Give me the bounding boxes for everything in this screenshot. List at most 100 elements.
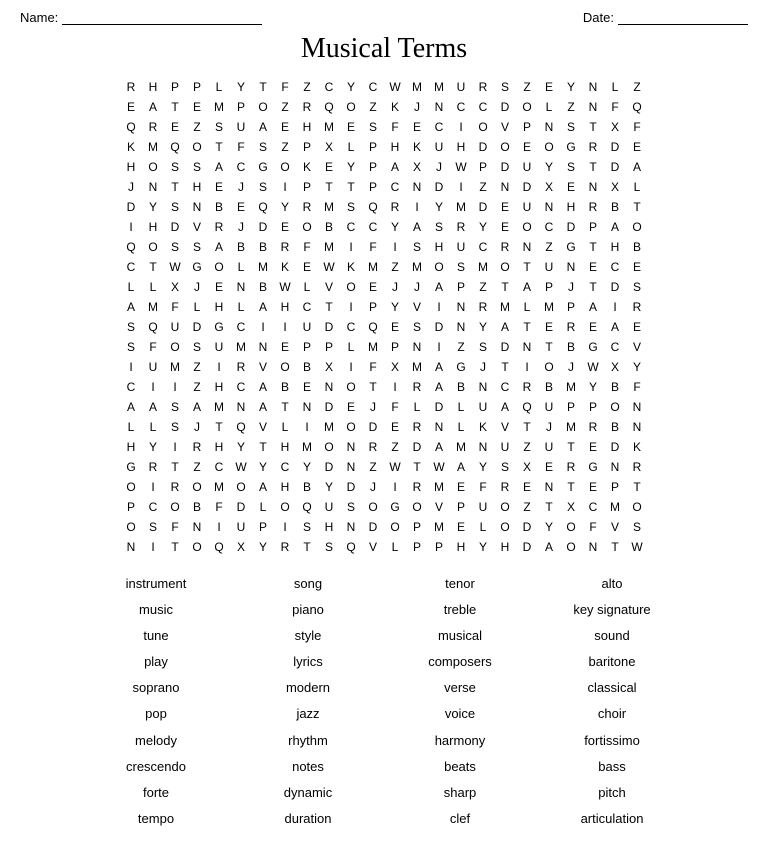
grid-cell: A [252, 477, 274, 497]
list-item: rhythm [232, 730, 384, 752]
grid-cell: R [164, 477, 186, 497]
grid-cell: I [340, 357, 362, 377]
grid-cell: T [274, 397, 296, 417]
grid-cell: A [604, 217, 626, 237]
grid-cell: O [604, 397, 626, 417]
grid-cell: Y [472, 537, 494, 557]
grid-cell: C [230, 377, 252, 397]
grid-cell: H [450, 137, 472, 157]
grid-cell: T [208, 417, 230, 437]
grid-cell: O [340, 377, 362, 397]
grid-cell: U [164, 317, 186, 337]
grid-cell: L [230, 257, 252, 277]
grid-row: KMQOTFSZPXLPHKUHDOEOGRDE [120, 137, 648, 157]
grid-cell: Z [186, 117, 208, 137]
grid-cell: Y [252, 457, 274, 477]
list-item: verse [384, 677, 536, 699]
grid-cell: R [274, 237, 296, 257]
grid-cell: R [560, 457, 582, 477]
grid-cell: O [406, 497, 428, 517]
grid-cell: T [340, 177, 362, 197]
list-item: key signature [536, 599, 688, 621]
grid-cell: O [516, 217, 538, 237]
grid-row: AASAMNATNDEJFLDLUAQUPPON [120, 397, 648, 417]
grid-cell: M [406, 257, 428, 277]
grid-cell: X [230, 537, 252, 557]
list-item: tune [80, 625, 232, 647]
grid-cell: O [142, 237, 164, 257]
grid-cell: B [450, 377, 472, 397]
grid-row: RHPPLYTFZCYCWMMURSZEYNLZ [120, 77, 648, 97]
grid-cell: T [164, 177, 186, 197]
grid-cell: U [296, 317, 318, 337]
grid-cell: L [472, 517, 494, 537]
grid-row: AMFLHLAHCTIPYVINRMLMPAIR [120, 297, 648, 317]
grid-cell: S [340, 497, 362, 517]
list-item: style [232, 625, 384, 647]
grid-cell: Z [274, 137, 296, 157]
grid-cell: C [230, 157, 252, 177]
word-list: instrumentsongtenoraltomusicpianotreblek… [20, 573, 748, 830]
grid-cell: O [538, 137, 560, 157]
grid-row: LLXJENBWLVOEJJAPZTAPJTDS [120, 277, 648, 297]
grid-cell: S [252, 137, 274, 157]
grid-cell: P [186, 77, 208, 97]
grid-row: NITOQXYRTSQVLPPHYHDAONTW [120, 537, 648, 557]
grid-cell: J [560, 357, 582, 377]
grid-cell: I [252, 317, 274, 337]
grid-cell: S [186, 157, 208, 177]
grid-cell: Z [384, 437, 406, 457]
grid-cell: N [626, 417, 648, 437]
list-item: lyrics [232, 651, 384, 673]
grid-cell: I [142, 377, 164, 397]
grid-cell: O [472, 117, 494, 137]
grid-row: QOSSABBRFMIFISHUCRNZGTHB [120, 237, 648, 257]
grid-cell: C [296, 297, 318, 317]
grid-cell: S [340, 197, 362, 217]
grid-cell: I [340, 297, 362, 317]
grid-cell: F [384, 117, 406, 137]
grid-cell: J [384, 277, 406, 297]
grid-cell: Q [230, 417, 252, 437]
grid-cell: P [560, 297, 582, 317]
grid-cell: N [560, 257, 582, 277]
list-item: pop [80, 703, 232, 725]
grid-cell: Z [560, 97, 582, 117]
grid-cell: N [296, 397, 318, 417]
grid-cell: O [626, 217, 648, 237]
grid-row: IHDVRJDEOBCCYASRYEOCDPAO [120, 217, 648, 237]
grid-cell: E [538, 457, 560, 477]
grid-cell: O [494, 517, 516, 537]
list-item: melody [80, 730, 232, 752]
grid-cell: S [494, 457, 516, 477]
grid-cell: Q [120, 117, 142, 137]
grid-cell: T [516, 257, 538, 277]
grid-row: OIROMOAHBYDJIRMEFRENTEPT [120, 477, 648, 497]
header: Name: Date: [20, 10, 748, 25]
grid-cell: L [252, 497, 274, 517]
grid-cell: O [274, 497, 296, 517]
grid-cell: F [274, 77, 296, 97]
grid-cell: R [384, 197, 406, 217]
grid-cell: K [626, 437, 648, 457]
grid-cell: Z [516, 497, 538, 517]
grid-cell: R [406, 377, 428, 397]
grid-cell: U [538, 257, 560, 277]
grid-cell: S [450, 257, 472, 277]
grid-cell: V [186, 217, 208, 237]
grid-cell: W [230, 457, 252, 477]
grid-cell: Q [164, 137, 186, 157]
grid-cell: C [318, 77, 340, 97]
grid-cell: M [472, 257, 494, 277]
grid-cell: A [604, 317, 626, 337]
grid-cell: D [428, 177, 450, 197]
grid-cell: D [362, 517, 384, 537]
grid-cell: Y [340, 157, 362, 177]
grid-cell: C [340, 217, 362, 237]
grid-cell: I [450, 177, 472, 197]
grid-cell: B [252, 237, 274, 257]
grid-cell: I [516, 357, 538, 377]
grid-cell: T [252, 77, 274, 97]
grid-cell: T [164, 537, 186, 557]
grid-cell: Q [318, 97, 340, 117]
